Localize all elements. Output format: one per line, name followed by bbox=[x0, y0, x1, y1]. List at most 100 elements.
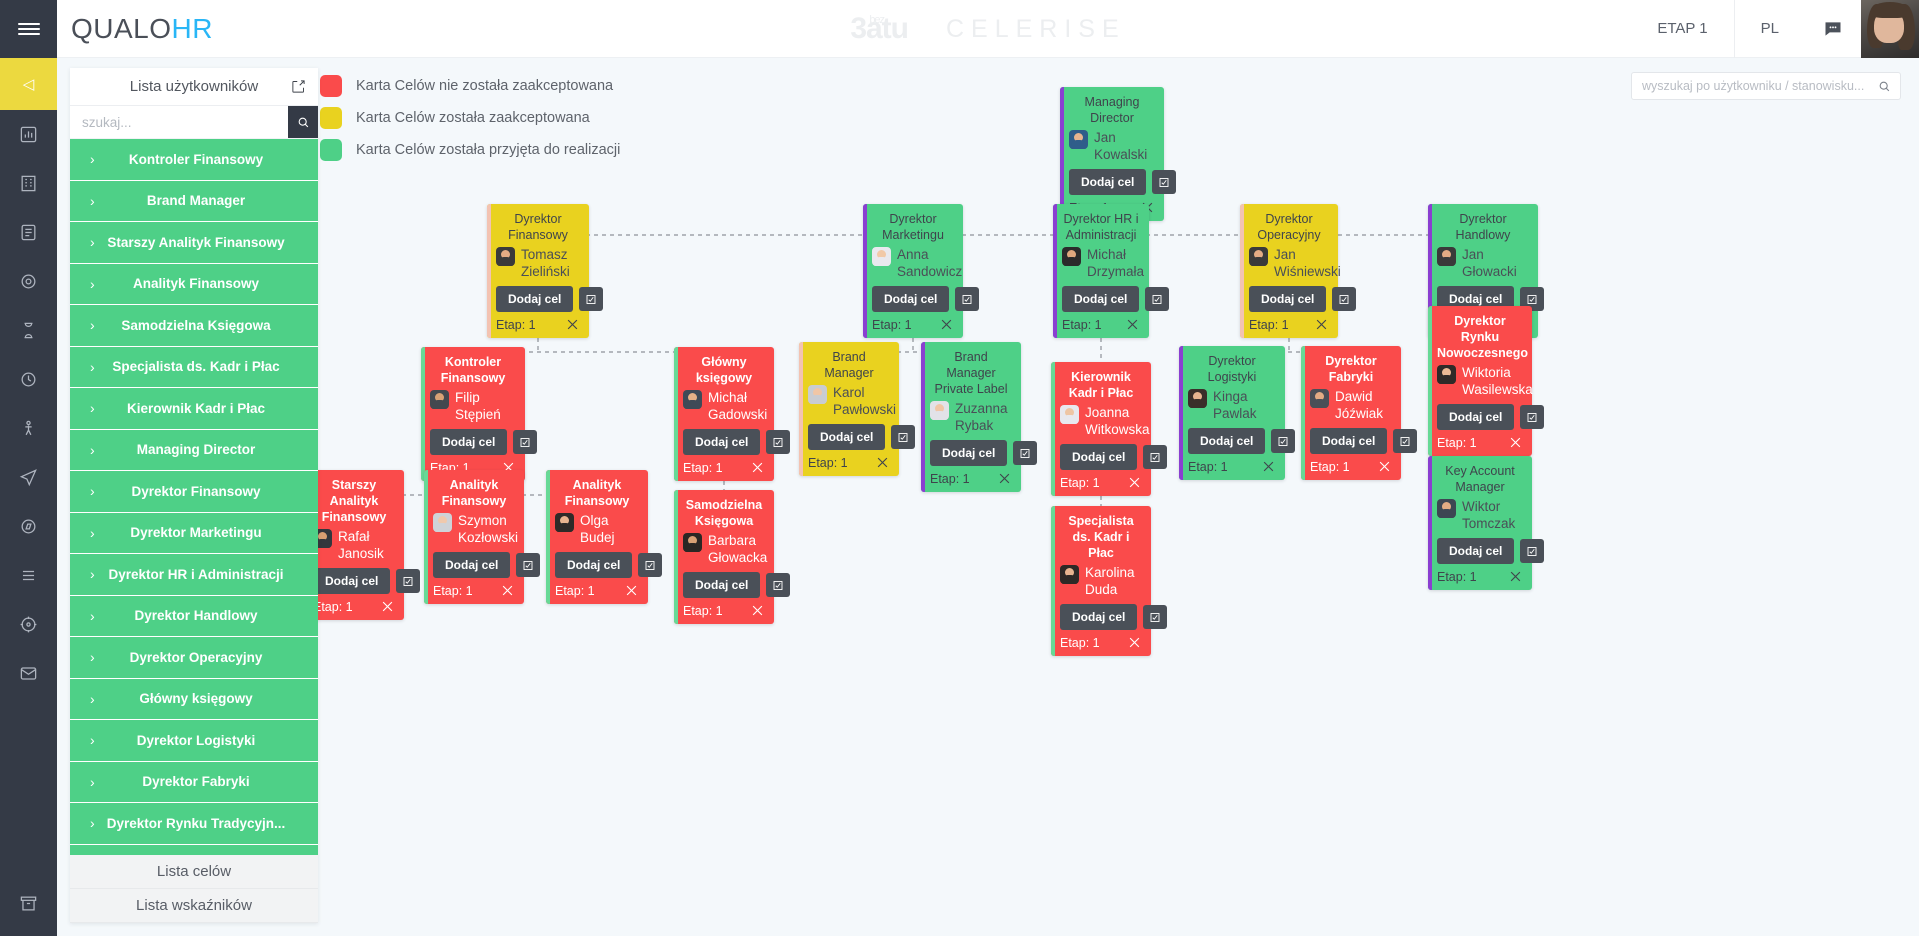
chat-bubble-icon[interactable] bbox=[1805, 19, 1861, 39]
add-goal-button[interactable]: Dodaj cel bbox=[808, 424, 886, 450]
user-list-item[interactable]: › Kontroler Finansowy bbox=[70, 139, 318, 181]
close-x-icon[interactable] bbox=[1261, 459, 1276, 474]
close-x-icon[interactable] bbox=[1508, 435, 1523, 450]
close-x-icon[interactable] bbox=[939, 317, 954, 332]
add-goal-button[interactable]: Dodaj cel bbox=[313, 568, 391, 594]
org-node[interactable]: Brand Manager Karol Pawłowski Dodaj cel Eta… bbox=[799, 342, 916, 476]
checkbox-check-icon[interactable] bbox=[1393, 429, 1418, 453]
org-search-input[interactable] bbox=[1632, 79, 1878, 93]
envelope-icon[interactable] bbox=[0, 649, 57, 698]
building-icon[interactable] bbox=[0, 159, 57, 208]
add-goal-button[interactable]: Dodaj cel bbox=[496, 286, 574, 312]
add-goal-button[interactable]: Dodaj cel bbox=[930, 440, 1008, 466]
person-walk-icon[interactable] bbox=[0, 404, 57, 453]
close-x-icon[interactable] bbox=[875, 455, 890, 470]
user-list-item[interactable]: › Managing Director bbox=[70, 429, 318, 471]
clock-history-icon[interactable] bbox=[0, 355, 57, 404]
collapse-left-icon[interactable]: ◁ bbox=[0, 58, 57, 110]
user-list-item[interactable]: › Dyrektor Operacyjny bbox=[70, 637, 318, 679]
add-goal-button[interactable]: Dodaj cel bbox=[1062, 286, 1140, 312]
org-node[interactable]: Starszy Analityk Finansowy Rafał Janosik D… bbox=[304, 470, 421, 620]
users-panel-footer-item[interactable]: Lista celów bbox=[70, 854, 318, 889]
org-node[interactable]: Analityk Finansowy Olga Budej Dodaj cel Eta… bbox=[546, 470, 663, 604]
org-node[interactable]: Dyrektor Fabryki Dawid Jóźwiak Dodaj cel Et… bbox=[1301, 346, 1418, 480]
close-x-icon[interactable] bbox=[1508, 569, 1523, 584]
checkbox-check-icon[interactable] bbox=[1520, 539, 1545, 563]
user-list-item[interactable]: › Główny księgowy bbox=[70, 678, 318, 720]
user-list-item[interactable]: › Starszy Analityk Finansowy bbox=[70, 222, 318, 264]
document-lines-icon[interactable] bbox=[0, 208, 57, 257]
org-search-box[interactable] bbox=[1631, 72, 1901, 100]
close-x-icon[interactable] bbox=[1127, 475, 1142, 490]
close-x-icon[interactable] bbox=[565, 317, 580, 332]
add-goal-button[interactable]: Dodaj cel bbox=[1310, 428, 1388, 454]
checkbox-check-icon[interactable] bbox=[638, 553, 663, 577]
org-node[interactable]: Dyrektor HR i Administracji Michał Drzyma… bbox=[1053, 204, 1170, 338]
user-list-item[interactable]: › Dyrektor Fabryki bbox=[70, 761, 318, 803]
add-goal-button[interactable]: Dodaj cel bbox=[1249, 286, 1327, 312]
compass-icon[interactable] bbox=[0, 502, 57, 551]
checkbox-check-icon[interactable] bbox=[955, 287, 980, 311]
org-node[interactable]: Analityk Finansowy Szymon Kozłowski Dodaj … bbox=[424, 470, 541, 604]
add-goal-button[interactable]: Dodaj cel bbox=[430, 429, 508, 455]
org-node[interactable]: Brand Manager Private Label Zuzanna Rybak… bbox=[921, 342, 1038, 492]
chart-bar-icon[interactable] bbox=[0, 110, 57, 159]
add-goal-button[interactable]: Dodaj cel bbox=[1069, 169, 1147, 195]
close-x-icon[interactable] bbox=[624, 583, 639, 598]
org-node[interactable]: Główny księgowy Michał Gadowski Dodaj cel E… bbox=[674, 347, 791, 481]
close-x-icon[interactable] bbox=[380, 599, 395, 614]
checkbox-check-icon[interactable] bbox=[1271, 429, 1296, 453]
location-icon[interactable] bbox=[0, 600, 57, 649]
org-node[interactable]: Dyrektor Marketingu Anna Sandowicz Dodaj c… bbox=[863, 204, 980, 338]
close-x-icon[interactable] bbox=[500, 583, 515, 598]
user-list-item[interactable]: › Dyrektor Marketingu bbox=[70, 512, 318, 554]
org-node[interactable]: Dyrektor Logistyki Kinga Pawlak Dodaj cel E… bbox=[1179, 346, 1296, 480]
checkbox-check-icon[interactable] bbox=[766, 430, 791, 454]
add-goal-button[interactable]: Dodaj cel bbox=[683, 429, 761, 455]
close-x-icon[interactable] bbox=[1127, 635, 1142, 650]
checkbox-check-icon[interactable] bbox=[1152, 170, 1177, 194]
add-goal-button[interactable]: Dodaj cel bbox=[433, 552, 511, 578]
org-node[interactable]: Dyrektor Rynku Nowoczesnego Wiktoria Wasi… bbox=[1428, 306, 1545, 456]
user-list-item[interactable]: › Dyrektor Rynku Tradycyjn... bbox=[70, 803, 318, 845]
checkbox-check-icon[interactable] bbox=[513, 430, 538, 454]
checkbox-check-icon[interactable] bbox=[766, 573, 791, 597]
user-list-item[interactable]: › Kierownik Kadr i Płac bbox=[70, 388, 318, 430]
org-node[interactable]: Dyrektor Finansowy Tomasz Zieliński Dodaj … bbox=[487, 204, 604, 338]
archive-icon[interactable] bbox=[0, 879, 57, 928]
user-list-item[interactable]: › Dyrektor Finansowy bbox=[70, 471, 318, 513]
send-icon[interactable] bbox=[0, 453, 57, 502]
add-goal-button[interactable]: Dodaj cel bbox=[872, 286, 950, 312]
org-node[interactable]: Kierownik Kadr i Płac Joanna Witkowska Dod… bbox=[1051, 362, 1168, 496]
checkbox-check-icon[interactable] bbox=[1143, 605, 1168, 629]
add-goal-button[interactable]: Dodaj cel bbox=[1437, 404, 1515, 430]
add-goal-button[interactable]: Dodaj cel bbox=[1188, 428, 1266, 454]
org-node[interactable]: Managing DirectorJan KowalskiDodaj celEt… bbox=[1060, 87, 1177, 221]
hourglass-icon[interactable] bbox=[0, 306, 57, 355]
close-x-icon[interactable] bbox=[1377, 459, 1392, 474]
org-node[interactable]: Key Account Manager Wiktor Tomczak Dodaj c… bbox=[1428, 456, 1545, 590]
list-icon[interactable] bbox=[0, 551, 57, 600]
add-goal-button[interactable]: Dodaj cel bbox=[1437, 538, 1515, 564]
search-input[interactable] bbox=[70, 106, 288, 138]
target-icon[interactable] bbox=[0, 257, 57, 306]
search-button[interactable] bbox=[288, 106, 318, 138]
user-list-item[interactable]: › Brand Manager bbox=[70, 180, 318, 222]
org-node[interactable]: Dyrektor Operacyjny Jan Wiśniewski Dodaj c… bbox=[1240, 204, 1357, 338]
close-x-icon[interactable] bbox=[997, 471, 1012, 486]
hamburger-icon[interactable] bbox=[0, 0, 57, 58]
popout-icon[interactable] bbox=[291, 79, 306, 98]
user-list-item[interactable]: › Samodzielna Księgowa bbox=[70, 305, 318, 347]
users-panel-footer-item[interactable]: Lista wskaźników bbox=[70, 888, 318, 923]
checkbox-check-icon[interactable] bbox=[891, 425, 916, 449]
add-goal-button[interactable]: Dodaj cel bbox=[1060, 604, 1138, 630]
close-x-icon[interactable] bbox=[1314, 317, 1329, 332]
checkbox-check-icon[interactable] bbox=[1520, 405, 1545, 429]
checkbox-check-icon[interactable] bbox=[1013, 441, 1038, 465]
checkbox-check-icon[interactable] bbox=[1332, 287, 1357, 311]
org-node[interactable]: Kontroler Finansowy Filip Stępień Dodaj ce… bbox=[421, 347, 538, 481]
add-goal-button[interactable]: Dodaj cel bbox=[683, 572, 761, 598]
add-goal-button[interactable]: Dodaj cel bbox=[555, 552, 633, 578]
language-switcher[interactable]: PL bbox=[1735, 20, 1805, 37]
close-x-icon[interactable] bbox=[1125, 317, 1140, 332]
